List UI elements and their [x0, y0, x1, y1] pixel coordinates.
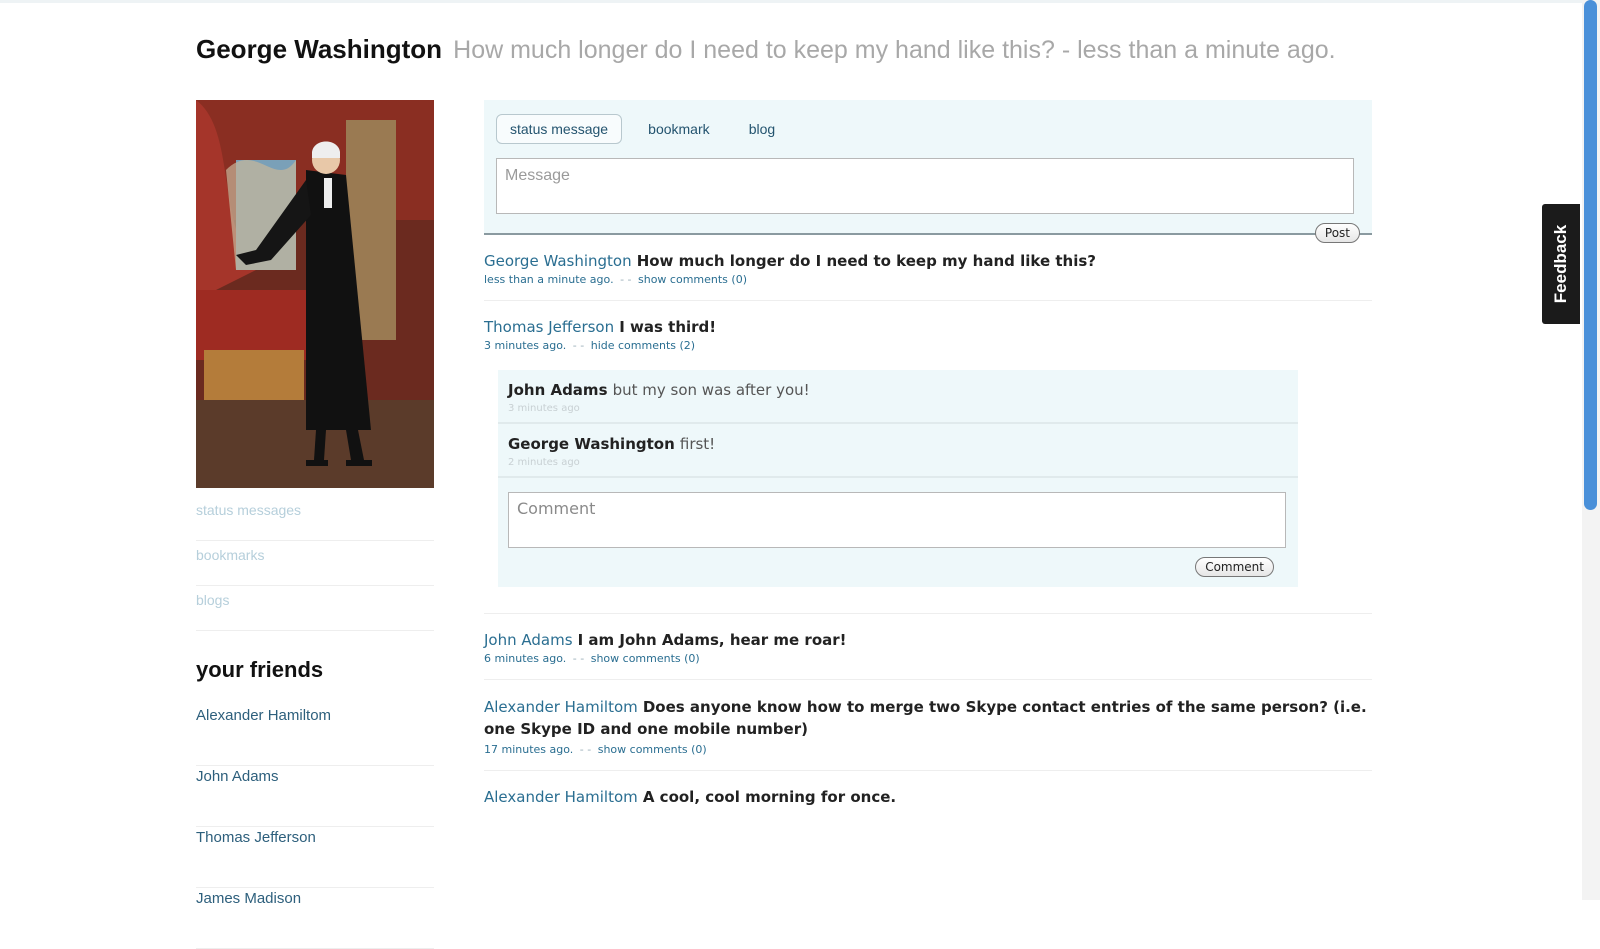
post-button[interactable]: Post: [1314, 223, 1360, 243]
meta-separator: - -: [620, 273, 632, 286]
comment-button[interactable]: Comment: [1195, 557, 1274, 577]
friend-link[interactable]: Alexander Hamiltom: [196, 705, 434, 766]
comment-text: first!: [679, 435, 716, 453]
sidebar: status messages bookmarks blogs your fri…: [196, 100, 434, 949]
feed-post: John Adams I am John Adams, hear me roar…: [484, 614, 1372, 680]
sidebar-link-status-messages[interactable]: status messages: [196, 496, 434, 541]
comment-time: 3 minutes ago: [508, 403, 580, 414]
post-time: 17 minutes ago.: [484, 743, 574, 756]
composer: status message bookmark blog Message Pos…: [484, 100, 1372, 243]
comment-input[interactable]: Comment: [508, 492, 1286, 548]
friend-link[interactable]: James Madison: [196, 888, 434, 949]
post-time: 3 minutes ago.: [484, 339, 567, 352]
show-comments-link[interactable]: show comments (0): [598, 743, 707, 756]
tab-blog[interactable]: blog: [736, 115, 788, 143]
comments-panel: John Adams but my son was after you! 3 m…: [498, 370, 1298, 587]
comment-time: 2 minutes ago: [508, 457, 580, 468]
post-author-link[interactable]: Alexander Hamiltom: [484, 788, 638, 806]
hide-comments-link[interactable]: hide comments (2): [591, 339, 695, 352]
post-author-link[interactable]: Thomas Jefferson: [484, 318, 614, 336]
post-author-link[interactable]: Alexander Hamiltom: [484, 698, 638, 716]
profile-header: George Washington How much longer do I n…: [196, 34, 1396, 65]
latest-status: How much longer do I need to keep my han…: [453, 36, 1055, 64]
feed-post: George Washington How much longer do I n…: [484, 235, 1372, 301]
friends-heading: your friends: [196, 657, 324, 682]
post-text: A cool, cool morning for once.: [642, 788, 897, 806]
comment-author: George Washington: [508, 435, 675, 453]
post-time: less than a minute ago.: [484, 273, 614, 286]
post-author-link[interactable]: George Washington: [484, 252, 632, 270]
profile-photo: [196, 100, 434, 488]
composer-tabs: status message bookmark blog: [496, 114, 1360, 146]
sidebar-link-bookmarks[interactable]: bookmarks: [196, 541, 434, 586]
message-input[interactable]: Message: [496, 158, 1354, 214]
comment-form: Comment Comment: [498, 478, 1298, 587]
post-time: 6 minutes ago.: [484, 652, 567, 665]
feedback-label: Feedback: [1551, 224, 1570, 304]
main-feed: status message bookmark blog Message Pos…: [484, 100, 1372, 820]
top-border: [0, 0, 1600, 3]
meta-separator: - -: [579, 743, 592, 756]
post-text: I was third!: [619, 318, 717, 336]
tab-bookmark[interactable]: bookmark: [635, 115, 722, 143]
scrollbar-thumb[interactable]: [1584, 0, 1597, 510]
meta-separator: - -: [572, 652, 585, 665]
comment-author: John Adams: [508, 381, 608, 399]
feed-post: Thomas Jefferson I was third! 3 minutes …: [484, 301, 1372, 614]
feed-post: Alexander Hamiltom Does anyone know how …: [484, 680, 1372, 771]
meta-separator: - -: [572, 339, 585, 352]
comment-item: George Washington first! 2 minutes ago: [498, 424, 1298, 478]
tab-status-message[interactable]: status message: [496, 114, 623, 144]
show-comments-link[interactable]: show comments (0): [638, 273, 747, 286]
post-author-link[interactable]: John Adams: [484, 631, 573, 649]
friend-link[interactable]: John Adams: [196, 766, 434, 827]
friend-link[interactable]: Thomas Jefferson: [196, 827, 434, 888]
feedback-tab[interactable]: Feedback: [1542, 204, 1580, 324]
post-text: I am John Adams, hear me roar!: [577, 631, 847, 649]
latest-status-time: - less than a minute ago.: [1054, 36, 1336, 64]
comment-item: John Adams but my son was after you! 3 m…: [498, 370, 1298, 424]
profile-name: George Washington: [196, 34, 443, 64]
sidebar-link-blogs[interactable]: blogs: [196, 586, 434, 631]
feed-post: Alexander Hamiltom A cool, cool morning …: [484, 771, 1372, 820]
show-comments-link[interactable]: show comments (0): [591, 652, 700, 665]
comment-text: but my son was after you!: [612, 381, 810, 399]
post-text: How much longer do I need to keep my han…: [636, 252, 1096, 270]
